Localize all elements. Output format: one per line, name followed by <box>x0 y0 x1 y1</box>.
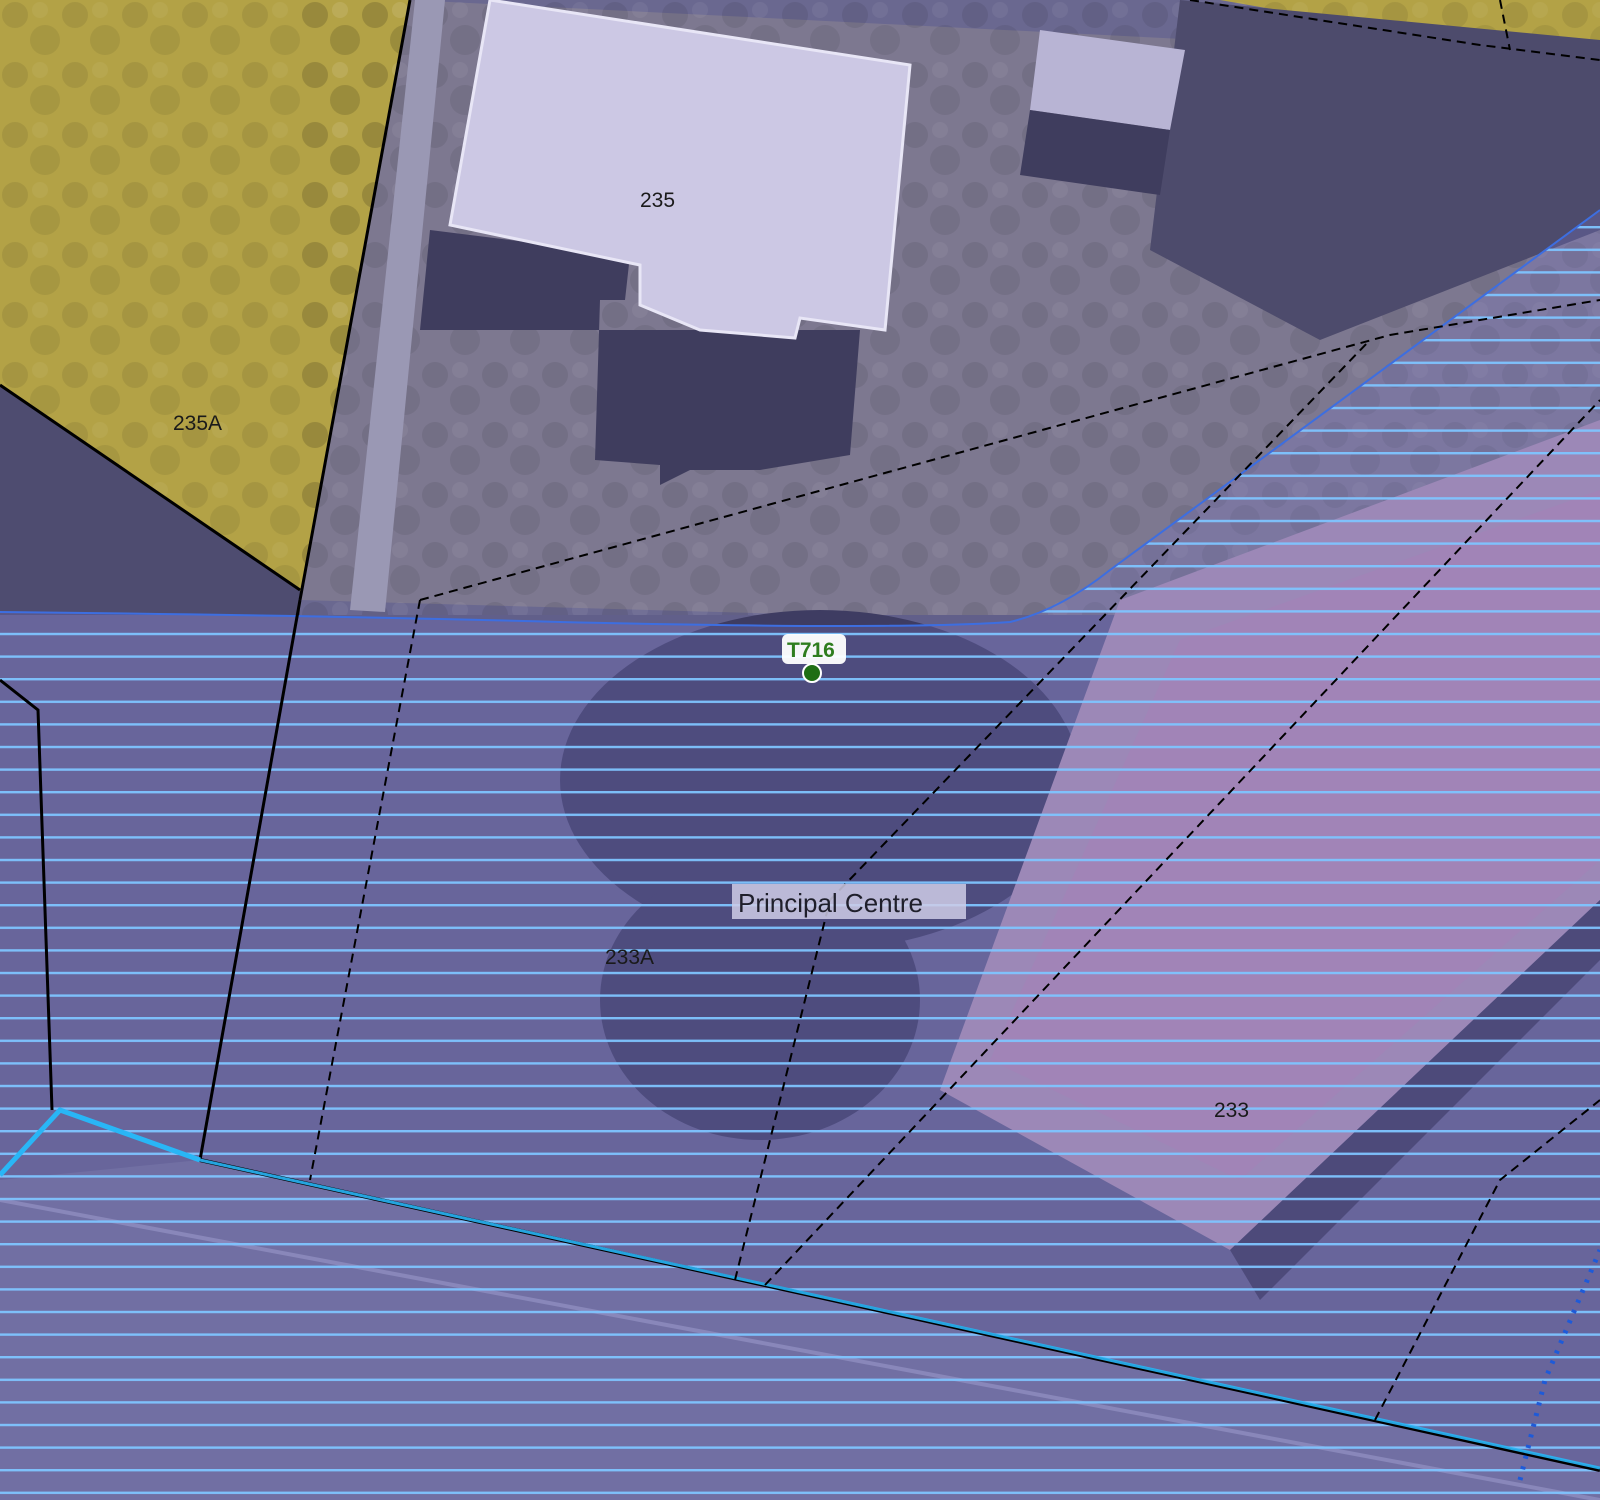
zone-label: Principal Centre <box>732 884 966 919</box>
svg-text:Principal Centre: Principal Centre <box>738 888 923 918</box>
parcel-label-233: 233 <box>1214 1099 1249 1122</box>
map-canvas[interactable]: 235A 235 233A 233 Principal Centre T716 <box>0 0 1600 1500</box>
tree-marker-label: T716 <box>787 639 835 662</box>
tree-icon <box>802 663 822 683</box>
parcel-label-233a: 233A <box>605 946 654 969</box>
parcel-label-235: 235 <box>640 189 675 212</box>
parcel-label-235a: 235A <box>173 412 222 435</box>
